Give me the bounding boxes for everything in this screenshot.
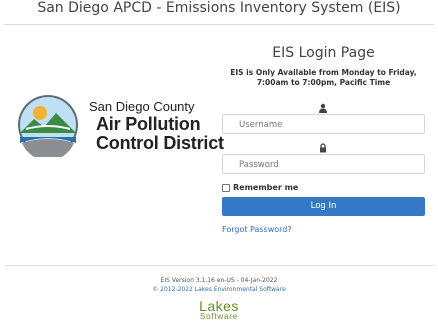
version-text: EIS Version 3.1.16 en-US - 04-Jan-2022 [160,277,278,284]
lock-icon [320,143,326,153]
login-heading: EIS Login Page [272,45,375,61]
username-input[interactable]: Username [222,114,425,134]
checkbox-box[interactable] [222,183,230,192]
page-title: San Diego APCD - Emissions Inventory Sys… [37,0,401,16]
remember-me-checkbox[interactable]: Remember me [222,183,298,192]
remember-me-label: Remember me [233,183,299,192]
user-icon [319,103,327,113]
district-logo: San Diego County Air Pollution Control D… [16,93,224,157]
vendor-logo-word: Lakes [199,298,239,314]
availability-notice: EIS is Only Available from Monday to Fri… [230,68,417,87]
footer-divider [4,265,434,266]
login-button[interactable]: Log In [222,197,425,216]
copyright-link[interactable]: © 2012-2022 Lakes Environmental Software [0,286,438,293]
logo-text-line2: Air Pollution [96,114,201,134]
logo-text-line1: San Diego County [89,99,195,114]
vendor-logo-sub: Software [200,312,238,321]
forgot-password-link[interactable]: Forgot Password? [222,225,292,234]
header-divider [4,24,434,25]
vendor-logo: Lakes Software [190,299,248,325]
password-input[interactable]: Password [222,154,425,174]
district-emblem-icon [18,95,78,157]
logo-text-line3: Control District [96,133,224,153]
